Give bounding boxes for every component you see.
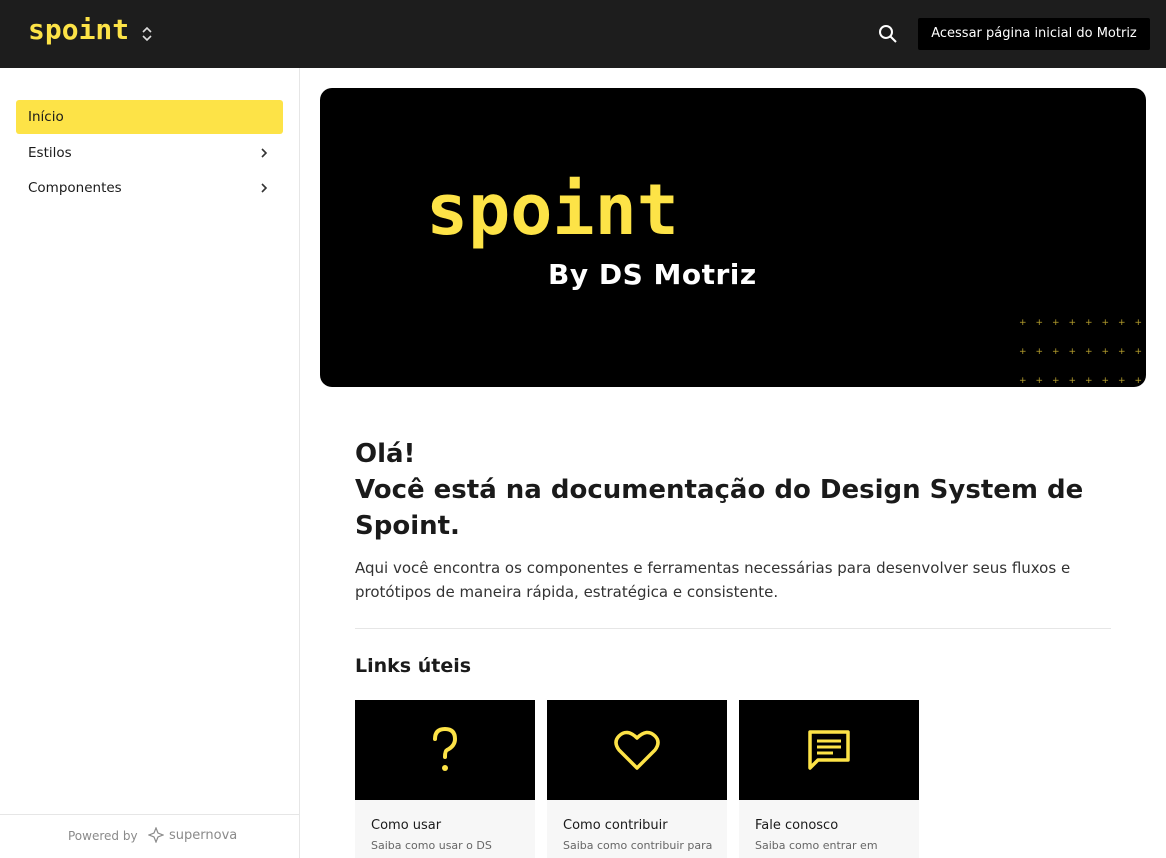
hero-plus-mark: + bbox=[1052, 318, 1060, 328]
hero-plus-mark: + bbox=[1135, 376, 1143, 386]
question-icon bbox=[433, 726, 458, 771]
card-fale-conosco[interactable]: Fale conosco Saiba como entrar em bbox=[739, 700, 919, 858]
hero-plus-mark: + bbox=[1036, 318, 1044, 328]
card-title: Fale conosco bbox=[755, 818, 839, 833]
hero-plus-mark: + bbox=[1085, 318, 1093, 328]
spoint-logo[interactable]: spoint bbox=[28, 17, 128, 47]
sidebar-item-estilos[interactable]: Estilos bbox=[16, 136, 283, 170]
sidebar-item-label: Início bbox=[28, 109, 64, 125]
top-bar: spoint Acessar página inicial do Motriz bbox=[0, 0, 1166, 68]
hero-plus-mark: + bbox=[1102, 376, 1110, 386]
chevron-right-icon bbox=[261, 148, 268, 158]
heart-icon bbox=[614, 730, 660, 770]
sidebar-item-componentes[interactable]: Componentes bbox=[16, 171, 283, 205]
powered-by-label: Powered by bbox=[68, 829, 138, 843]
card-title: Como contribuir bbox=[563, 818, 668, 833]
hero-plus-mark: + bbox=[1085, 376, 1093, 386]
sidebar-item-label: Componentes bbox=[28, 180, 122, 196]
card-thumb bbox=[739, 700, 919, 800]
powered-by-footer[interactable]: Powered by supernova bbox=[0, 814, 299, 858]
switcher-icon[interactable] bbox=[139, 25, 155, 43]
chevron-right-icon bbox=[261, 183, 268, 193]
hero-plus-mark: + bbox=[1135, 318, 1143, 328]
chat-icon bbox=[808, 730, 850, 770]
card-desc: Saiba como usar o DS bbox=[371, 839, 492, 852]
hero-plus-mark: + bbox=[1069, 376, 1077, 386]
hero-plus-mark: + bbox=[1085, 347, 1093, 357]
page-title: Você está na documentação do Design Syst… bbox=[355, 475, 1084, 541]
supernova-icon bbox=[148, 827, 164, 843]
hero-plus-mark: + bbox=[1069, 347, 1077, 357]
card-desc: Saiba como contribuir para bbox=[563, 839, 713, 852]
links-title: Links úteis bbox=[355, 655, 472, 677]
svg-text:spoint: spoint bbox=[426, 174, 679, 251]
hero-plus-mark: + bbox=[1118, 347, 1126, 357]
divider bbox=[355, 628, 1111, 629]
greeting-heading: Olá! Você está na documentação do Design… bbox=[355, 436, 1111, 544]
links-cards: Como usar Saiba como usar o DS Como cont… bbox=[355, 700, 919, 858]
motriz-home-button[interactable]: Acessar página inicial do Motriz bbox=[918, 18, 1150, 50]
main-content: spoint By DS Motriz + + + + + + + + + + + + + + + + + + + +… bbox=[300, 68, 1166, 858]
hero-plus-mark: + bbox=[1118, 318, 1126, 328]
hero-plus-mark: + bbox=[1118, 376, 1126, 386]
search-icon[interactable] bbox=[876, 22, 900, 46]
hero-plus-mark: + bbox=[1019, 376, 1027, 386]
hero-plus-mark: + bbox=[1036, 376, 1044, 386]
hero-plus-mark: + bbox=[1102, 318, 1110, 328]
hero-plus-mark: + bbox=[1052, 376, 1060, 386]
supernova-brand: supernova bbox=[148, 827, 237, 843]
hero-plus-mark: + bbox=[1069, 318, 1077, 328]
sidebar-item-label: Estilos bbox=[28, 145, 72, 161]
hero-banner: spoint By DS Motriz + + + + + + + + + + + + + + + + + + + +… bbox=[320, 88, 1146, 387]
svg-text:spoint: spoint bbox=[28, 17, 128, 46]
intro-paragraph: Aqui você encontra os componentes e ferr… bbox=[355, 559, 1071, 601]
intro-section: Olá! Você está na documentação do Design… bbox=[355, 436, 1111, 677]
card-thumb bbox=[547, 700, 727, 800]
hero-plus-mark: + bbox=[1036, 347, 1044, 357]
hero-plus-mark: + bbox=[1019, 318, 1027, 328]
hero-plus-mark: + bbox=[1019, 347, 1027, 357]
card-desc: Saiba como entrar em bbox=[755, 839, 878, 852]
card-como-usar[interactable]: Como usar Saiba como usar o DS bbox=[355, 700, 535, 858]
supernova-label: supernova bbox=[169, 827, 238, 843]
hero-plus-mark: + bbox=[1135, 347, 1143, 357]
card-como-contribuir[interactable]: Como contribuir Saiba como contribuir pa… bbox=[547, 700, 727, 858]
card-title: Como usar bbox=[371, 818, 442, 833]
hero-plus-mark: + bbox=[1102, 347, 1110, 357]
sidebar: Início Estilos Componentes Powered by su… bbox=[0, 68, 300, 858]
card-thumb bbox=[355, 700, 535, 800]
hero-subtitle: By DS Motriz bbox=[548, 258, 757, 291]
hero-logo: spoint bbox=[426, 174, 679, 251]
hero-dot-pattern: + + + + + + + + + + + + + + + + + + + + + + + + bbox=[1019, 318, 1143, 386]
greeting-text: Olá! bbox=[355, 439, 416, 469]
sidebar-item-inicio[interactable]: Início bbox=[16, 100, 283, 134]
hero-plus-mark: + bbox=[1052, 347, 1060, 357]
